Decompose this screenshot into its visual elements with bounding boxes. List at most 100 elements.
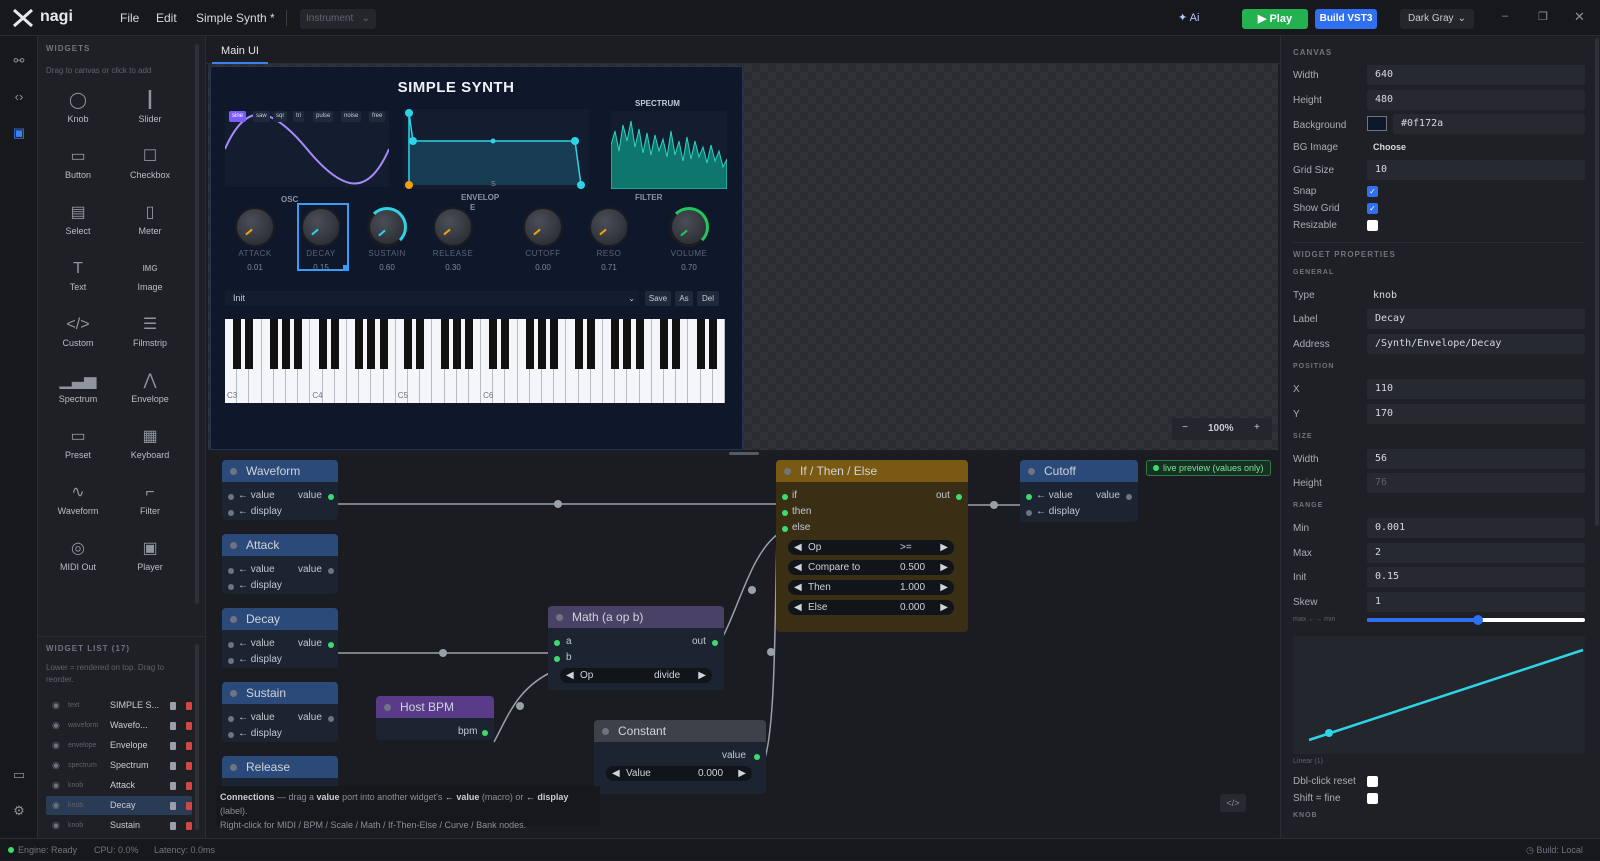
black-key[interactable] [269,319,278,369]
sustain-node[interactable]: Sustain ← value ← display value [222,682,338,742]
label-field[interactable]: Decay [1367,309,1585,329]
skew-slider-thumb[interactable] [1473,615,1484,625]
black-key[interactable] [550,319,559,369]
delete-icon[interactable] [186,702,192,710]
preset-delete-button[interactable]: Del [697,291,719,306]
resize-handle[interactable] [343,265,349,271]
lock-icon[interactable] [170,742,176,750]
then-value-stepper[interactable]: ◀ Then 1.000 ▶ [788,580,954,595]
sustain-knob[interactable] [367,207,407,247]
canvas-height-field[interactable]: 480 [1367,90,1585,110]
port-dot[interactable] [228,642,234,648]
port-dot[interactable] [956,494,962,500]
background-color-swatch[interactable] [1367,116,1387,131]
play-button[interactable]: ▶ Play [1242,9,1308,29]
widget-tile-meter[interactable]: ▯ Meter [118,200,182,252]
port-dot[interactable] [782,494,788,500]
port-dot[interactable] [228,658,234,664]
max-field[interactable]: 2 [1367,543,1585,563]
arrow-left-icon[interactable]: ◀ [794,540,802,555]
black-key[interactable] [440,319,449,369]
close-icon[interactable]: ✕ [1574,9,1585,25]
black-key[interactable] [611,319,620,369]
attack-node[interactable]: Attack ← value ← display value [222,534,338,594]
port-dot[interactable] [482,730,488,736]
mode-select[interactable]: Instrument ⌄ [300,9,376,29]
delete-icon[interactable] [186,762,192,770]
ai-button[interactable]: ✦ Ai [1178,11,1199,24]
port-dot[interactable] [1026,494,1032,500]
ui-designer-icon[interactable]: ▣ [10,124,28,142]
shift-fine-checkbox[interactable] [1367,793,1378,804]
code-toggle-button[interactable]: </> [1220,794,1246,812]
widget-list-item[interactable]: ◉ waveform Wavefo... [46,716,192,735]
arrow-left-icon[interactable]: ◀ [566,668,574,683]
port-dot[interactable] [782,510,788,516]
black-key[interactable] [245,319,254,369]
delete-icon[interactable] [186,802,192,810]
eye-icon[interactable]: ◉ [52,756,60,775]
lock-icon[interactable] [170,802,176,810]
widget-tile-envelope[interactable]: ⋀ Envelope [118,368,182,420]
black-key[interactable] [464,319,473,369]
widget-list-item[interactable]: ◉ spectrum Spectrum [46,756,192,775]
widget-tile-button[interactable]: ▭ Button [46,144,110,196]
dbl-click-reset-checkbox[interactable] [1367,776,1378,787]
black-key[interactable] [367,319,376,369]
widget-panel-scrollbar[interactable] [195,44,199,604]
preset-save-button[interactable]: Save [645,291,671,306]
black-key[interactable] [574,319,583,369]
black-key[interactable] [379,319,388,369]
selected-widget-outline[interactable] [297,203,349,271]
arrow-left-icon[interactable]: ◀ [794,560,802,575]
port-dot[interactable] [228,732,234,738]
widget-tile-filmstrip[interactable]: ☰ Filmstrip [118,312,182,364]
arrow-right-icon[interactable]: ▶ [940,540,948,555]
grid-size-field[interactable]: 10 [1367,160,1585,180]
black-key[interactable] [525,319,534,369]
widget-tile-keyboard[interactable]: ▦ Keyboard [118,424,182,476]
port-dot[interactable] [228,568,234,574]
arrow-right-icon[interactable]: ▶ [940,600,948,615]
arrow-left-icon[interactable]: ◀ [612,766,620,781]
widget-tile-custom[interactable]: </> Custom [46,312,110,364]
compare-to-stepper[interactable]: ◀ Compare to 0.500 ▶ [788,560,954,575]
wave-button-free[interactable]: free [369,111,386,122]
terminal-icon[interactable]: ▭ [10,766,28,784]
lock-icon[interactable] [170,702,176,710]
widget-tile-image[interactable]: IMG Image [118,256,182,308]
delete-icon[interactable] [186,822,192,830]
widget-tile-spectrum[interactable]: ▁▃▅ Spectrum [46,368,110,420]
reso-knob[interactable] [589,207,629,247]
port-dot[interactable] [328,716,334,722]
skew-slider[interactable] [1367,615,1585,625]
wave-button-noise[interactable]: noise [341,111,362,122]
lock-icon[interactable] [170,782,176,790]
background-color-field[interactable]: #0f172a [1393,114,1585,134]
x-field[interactable]: 110 [1367,379,1585,399]
if-then-else-node[interactable]: If / Then / Else if then else out ◀ Op >= ▶ ◀ Comp… [776,460,968,632]
resizable-checkbox[interactable] [1367,220,1378,231]
black-key[interactable] [489,319,498,369]
build-vst3-button[interactable]: Build VST3 [1315,9,1377,29]
port-dot[interactable] [554,656,560,662]
port-dot[interactable] [1026,510,1032,516]
waveform-node[interactable]: Waveform ← value ← display value [222,460,338,520]
zoom-in-button[interactable]: + [1254,422,1260,433]
widget-list-scrollbar[interactable] [195,644,199,830]
widget-tile-checkbox[interactable]: ☐ Checkbox [118,144,182,196]
black-key[interactable] [696,319,705,369]
node-graph[interactable]: live preview (values only) Waveform ← val… [208,456,1278,838]
port-dot[interactable] [554,640,560,646]
port-dot[interactable] [782,526,788,532]
wave-button-pulse[interactable]: pulse [313,111,334,122]
release-knob[interactable] [433,207,473,247]
constant-node[interactable]: Constant value ◀ Value 0.000 ▶ [594,720,766,794]
math-op-stepper[interactable]: ◀ Op divide ▶ [560,668,712,683]
black-key[interactable] [355,319,364,369]
constant-value-stepper[interactable]: ◀ Value 0.000 ▶ [606,766,752,781]
eye-icon[interactable]: ◉ [52,736,60,755]
wave-button-saw[interactable]: saw [253,111,270,122]
delete-icon[interactable] [186,782,192,790]
black-key[interactable] [452,319,461,369]
